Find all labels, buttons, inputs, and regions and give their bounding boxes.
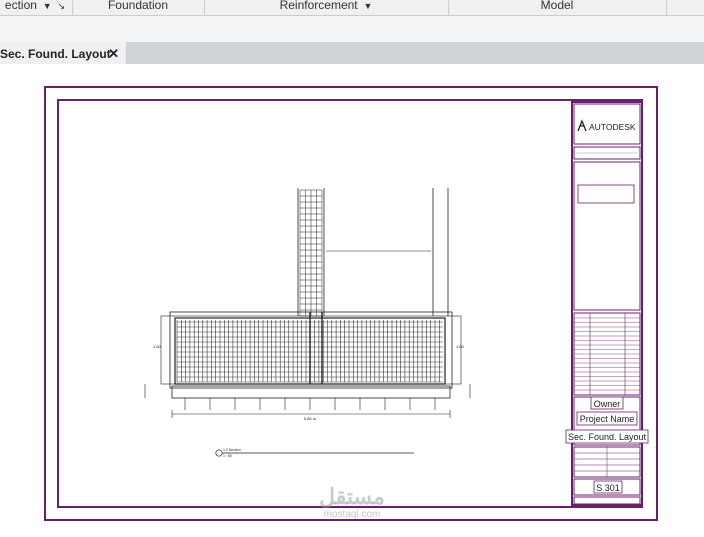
dimension-right: 1.60: [456, 344, 465, 349]
sheet-name-label: Sec. Found. Layout: [568, 432, 647, 442]
ribbon-group-label: Model: [540, 0, 574, 12]
ribbon-group-reinforcement[interactable]: Reinforcement ▼: [205, 0, 447, 15]
logo-text: AUTODESK: [589, 122, 636, 132]
view-tab-sec-found-layout[interactable]: Sec. Found. Layout ✕: [0, 42, 126, 64]
ribbon-group-label: ection: [4, 0, 37, 12]
sheet-drawing: AUTODESK Owner Project Name Sec. Found. …: [44, 86, 658, 521]
ribbon-group-label: Foundation: [107, 0, 169, 12]
ribbon-group-foundation[interactable]: Foundation: [73, 0, 203, 15]
sheet-outer-border: [44, 86, 658, 521]
dropdown-arrow-icon[interactable]: ▼: [40, 1, 52, 11]
dimension-left: 1.60: [153, 344, 162, 349]
section-tag-title: 1.2 Section: [223, 448, 241, 452]
ribbon-group-model[interactable]: Model: [449, 0, 665, 15]
view-tab-bar: Sec. Found. Layout ✕: [0, 42, 704, 64]
owner-label: Owner: [594, 399, 621, 409]
ribbon-group-label: Reinforcement: [279, 0, 358, 12]
ribbon-separator: [666, 0, 667, 15]
tab-label: Sec. Found. Layout: [0, 47, 111, 61]
dropdown-arrow-icon[interactable]: ▼: [361, 1, 372, 11]
section-tag-scale: 1 : 50: [223, 454, 232, 458]
sheet-number-label: S 301: [596, 483, 620, 493]
ribbon-group-connection[interactable]: ection ▼ ↘: [0, 0, 70, 15]
drawing-canvas[interactable]: AUTODESK Owner Project Name Sec. Found. …: [0, 64, 704, 532]
watermark-site: mostaql.com: [324, 509, 381, 520]
watermark-brand: مستقل: [319, 484, 385, 509]
ribbon-panel-bar: ection ▼ ↘ Foundation Reinforcement ▼ Mo…: [0, 0, 704, 16]
dimension-bottom: 5.80 m: [304, 416, 317, 421]
dialog-launcher-icon[interactable]: ↘: [55, 1, 66, 11]
close-icon[interactable]: ✕: [108, 42, 119, 64]
ribbon-footer-strip: [0, 16, 704, 42]
project-name-label: Project Name: [580, 414, 635, 424]
